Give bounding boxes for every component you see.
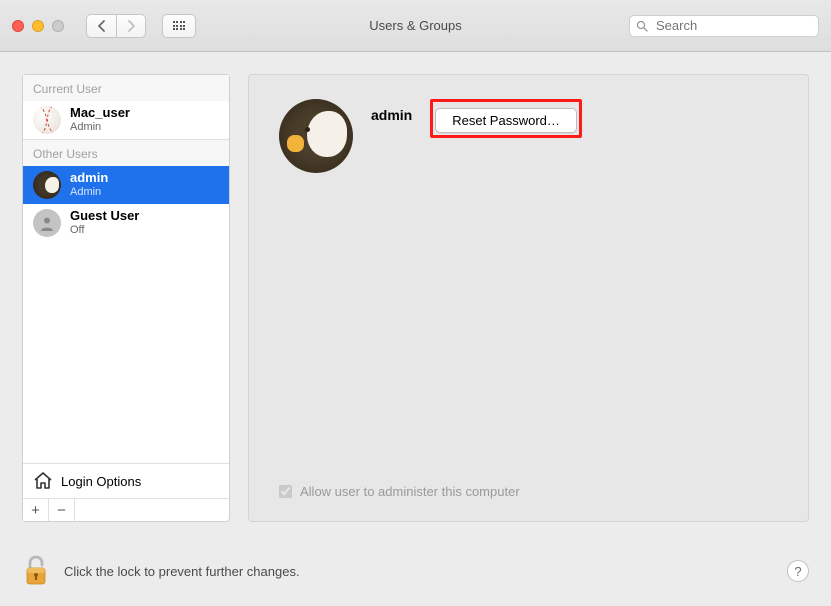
window-title: Users & Groups — [369, 18, 461, 33]
help-button[interactable]: ? — [787, 560, 809, 582]
avatar — [33, 106, 61, 134]
chevron-left-icon — [98, 20, 106, 32]
user-detail-panel: admin Reset Password… Allow user to admi… — [248, 74, 809, 522]
close-window-button[interactable] — [12, 20, 24, 32]
person-icon — [38, 214, 56, 232]
zoom-window-button[interactable] — [52, 20, 64, 32]
user-name: admin — [70, 171, 108, 186]
add-remove-bar: + − — [23, 498, 229, 521]
user-role: Admin — [70, 121, 130, 134]
chevron-right-icon — [127, 20, 135, 32]
nav-buttons — [86, 14, 146, 38]
show-all-button[interactable] — [162, 14, 196, 38]
footer: Click the lock to prevent further change… — [0, 544, 831, 606]
back-button[interactable] — [86, 14, 116, 38]
reset-password-button[interactable]: Reset Password… — [435, 108, 577, 133]
toolbar: Users & Groups — [0, 0, 831, 52]
avatar — [33, 209, 61, 237]
user-name: Guest User — [70, 209, 139, 224]
lock-hint-text: Click the lock to prevent further change… — [64, 564, 300, 579]
user-avatar-large[interactable] — [279, 99, 353, 173]
user-role: Off — [70, 224, 139, 237]
forward-button[interactable] — [116, 14, 146, 38]
sidebar-user-admin[interactable]: admin Admin — [23, 166, 229, 204]
user-name: Mac_user — [70, 106, 130, 121]
administer-checkbox — [279, 485, 292, 498]
avatar — [33, 171, 61, 199]
administer-label: Allow user to administer this computer — [300, 484, 520, 499]
house-icon — [33, 472, 53, 490]
window-controls — [12, 20, 64, 32]
login-options-button[interactable]: Login Options — [23, 463, 229, 498]
current-user-header: Current User — [23, 75, 229, 101]
remove-user-button[interactable]: − — [49, 499, 75, 521]
selected-user-name: admin — [371, 107, 412, 123]
users-sidebar: Current User Mac_user Admin Other Users … — [22, 74, 230, 522]
user-role: Admin — [70, 186, 108, 199]
sidebar-user-guest[interactable]: Guest User Off — [23, 204, 229, 242]
administer-checkbox-row: Allow user to administer this computer — [279, 484, 520, 499]
other-users-header: Other Users — [23, 139, 229, 166]
sidebar-user-mac-user[interactable]: Mac_user Admin — [23, 101, 229, 139]
add-user-button[interactable]: + — [23, 499, 49, 521]
lock-icon[interactable] — [22, 554, 50, 588]
highlight-annotation: Reset Password… — [430, 99, 582, 138]
minimize-window-button[interactable] — [32, 20, 44, 32]
login-options-label: Login Options — [61, 474, 141, 489]
grid-icon — [173, 21, 186, 30]
search-input[interactable] — [629, 15, 819, 37]
